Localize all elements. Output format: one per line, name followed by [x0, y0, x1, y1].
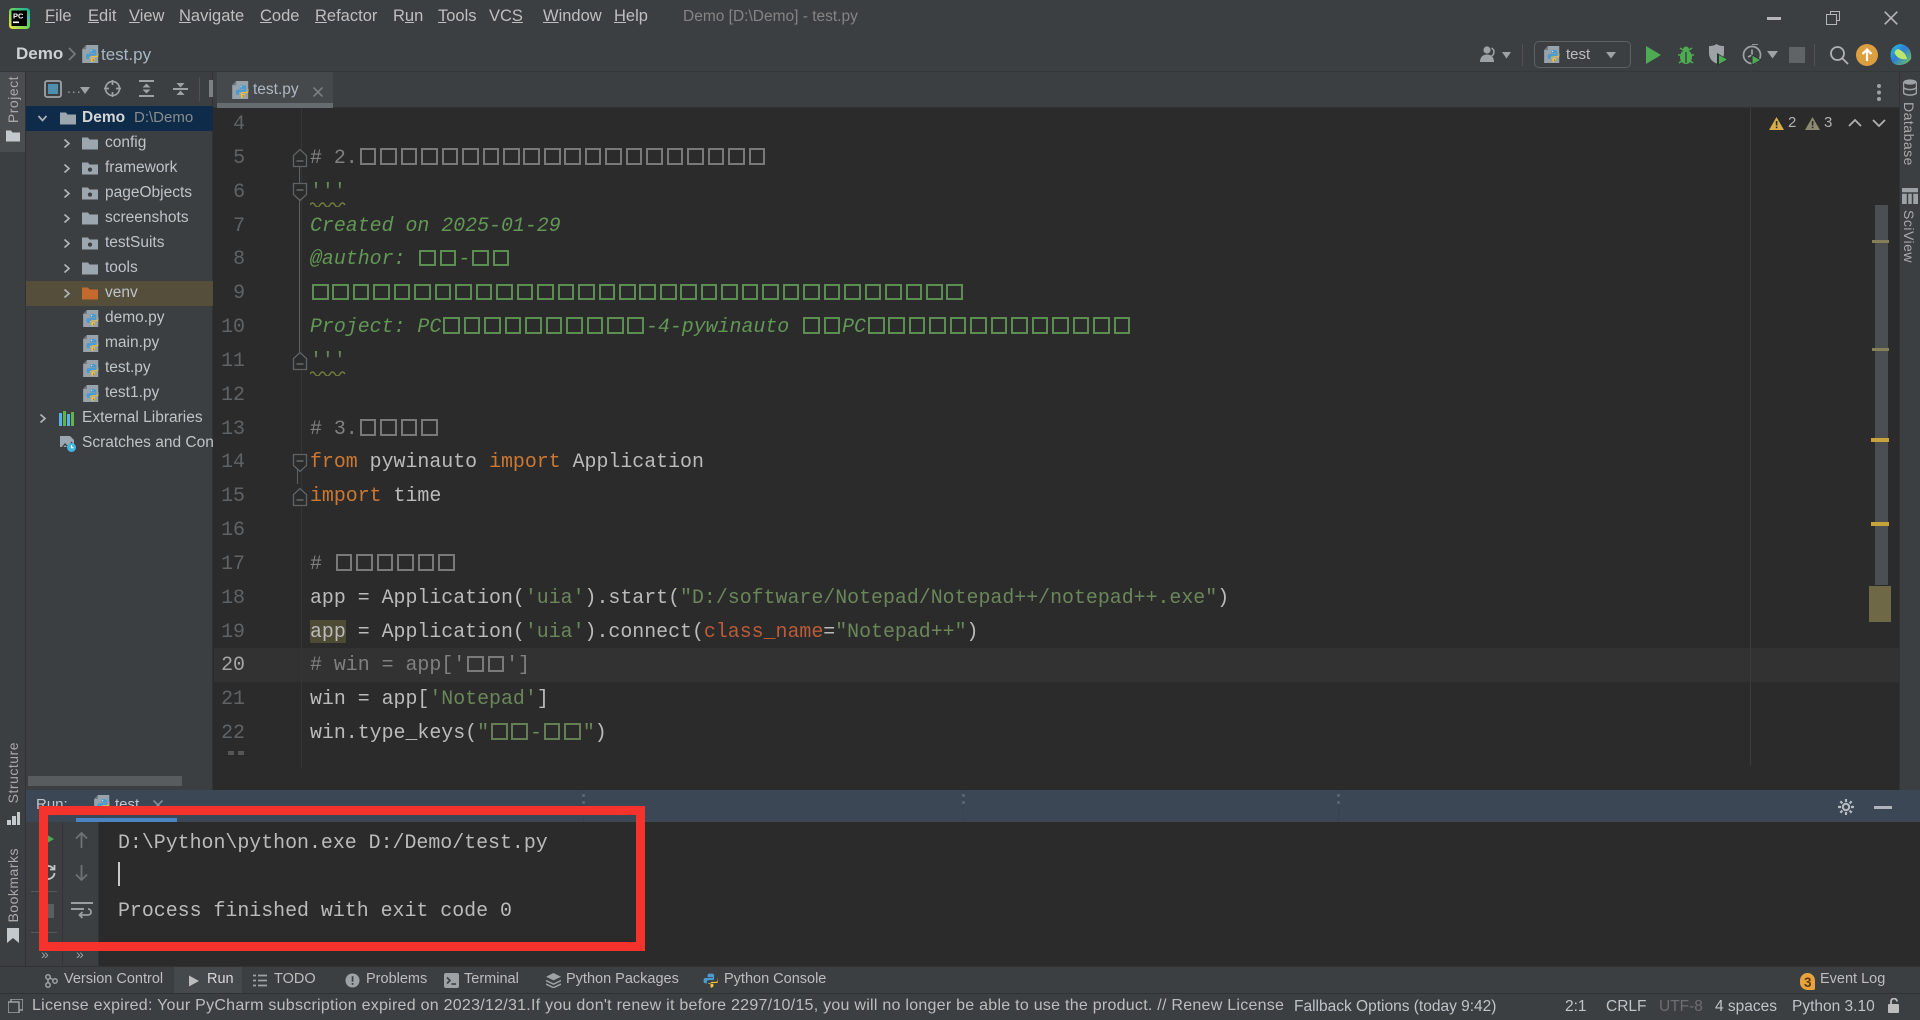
svg-text:PC: PC: [13, 12, 24, 21]
